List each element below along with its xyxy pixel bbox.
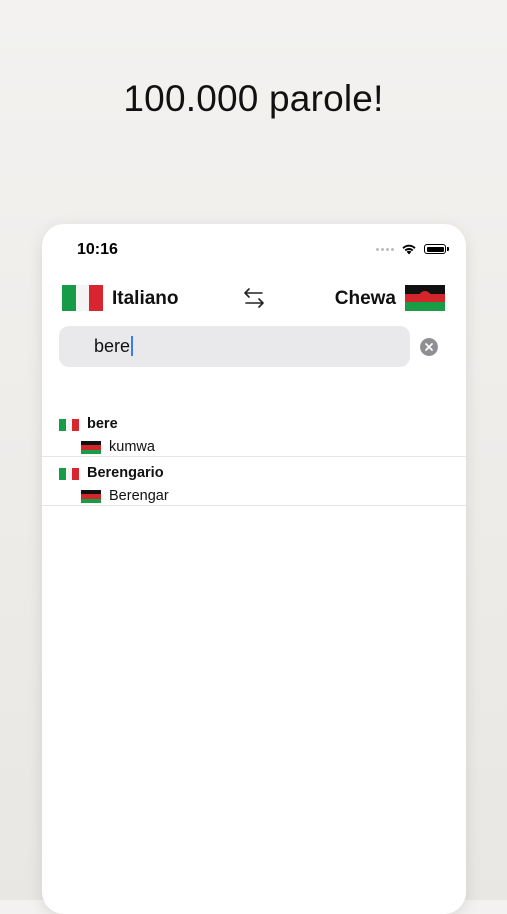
results-list: bere kumwa Berengario Berengar: [42, 408, 466, 506]
result-translation: kumwa: [109, 439, 155, 455]
result-row[interactable]: Berengario Berengar: [42, 457, 466, 506]
malawi-flag-icon: [81, 490, 101, 503]
swap-languages-icon[interactable]: [242, 286, 266, 310]
text-caret: [131, 335, 133, 356]
malawi-flag-icon: [81, 441, 101, 454]
result-row[interactable]: bere kumwa: [42, 408, 466, 457]
result-word: bere: [87, 416, 118, 432]
wifi-icon: [402, 244, 416, 255]
target-language-button[interactable]: Chewa: [335, 288, 396, 310]
search-input-value: bere: [94, 336, 131, 356]
search-field[interactable]: bere: [59, 326, 410, 367]
status-icons: [376, 242, 449, 256]
result-word: Berengario: [87, 465, 164, 481]
malawi-flag-icon[interactable]: [405, 285, 445, 312]
clear-search-icon[interactable]: [420, 338, 438, 356]
search-input[interactable]: bere: [94, 326, 133, 367]
italy-flag-icon[interactable]: [62, 285, 104, 311]
status-time: 10:16: [77, 241, 118, 258]
result-translation: Berengar: [109, 488, 169, 504]
language-bar: Italiano Chewa: [42, 282, 466, 314]
italy-flag-icon: [59, 419, 80, 431]
promo-headline: 100.000 parole!: [123, 78, 384, 119]
phone-screen: 10:16 Italiano Chewa bere bere kumwa Ber…: [42, 224, 466, 914]
source-language-button[interactable]: Italiano: [112, 288, 179, 310]
signal-icon: [376, 247, 394, 251]
battery-icon: [424, 244, 449, 254]
italy-flag-icon: [59, 468, 80, 480]
